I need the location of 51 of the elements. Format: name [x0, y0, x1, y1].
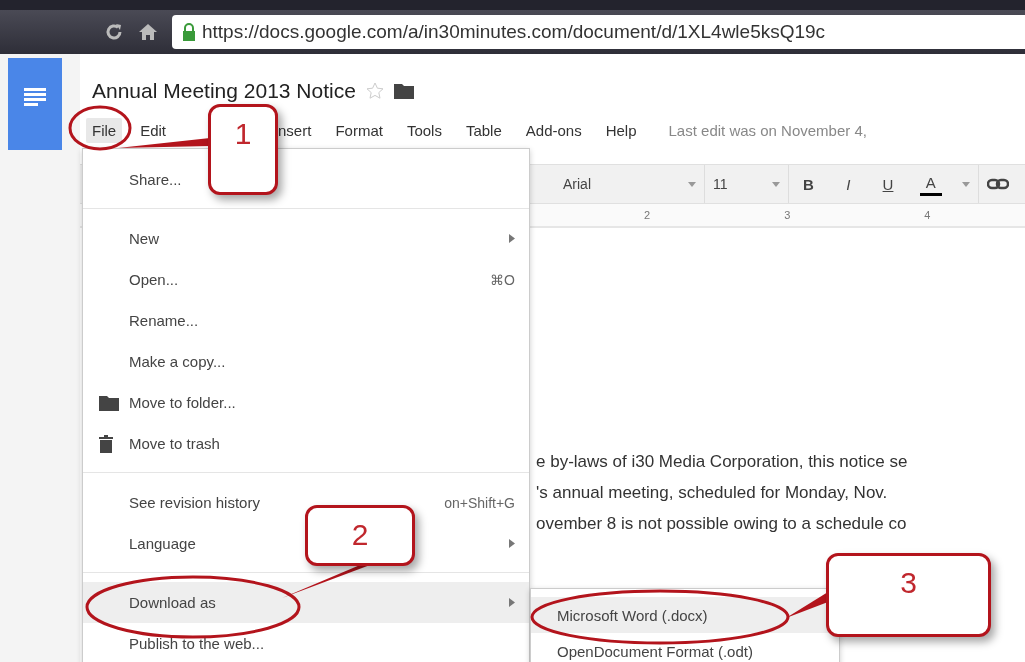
menu-item[interactable]: Table: [459, 117, 508, 143]
document-title[interactable]: Annual Meeting 2013 Notice: [92, 79, 356, 103]
shortcut-text: on+Shift+G: [444, 494, 515, 511]
menu-item[interactable]: Tools: [400, 117, 448, 143]
caret-icon: [688, 181, 696, 187]
menu-option[interactable]: Open...: [129, 271, 179, 288]
menu-option[interactable]: Make a copy...: [129, 353, 226, 370]
shortcut-text: ⌘O: [490, 271, 515, 288]
format-button[interactable]: U: [876, 173, 900, 195]
body-text: e by-laws of i30 Media Corporation, this notice se: [536, 451, 909, 473]
menu-item[interactable]: Help: [599, 117, 643, 143]
folder-icon: [393, 83, 414, 99]
document-lines-icon: [24, 88, 46, 106]
callout-tooltip: 3: [826, 553, 991, 637]
menu-option[interactable]: New: [129, 230, 159, 247]
menu-option[interactable]: Download as: [129, 594, 216, 611]
menu-item[interactable]: Format: [329, 117, 389, 143]
format-button[interactable]: I: [840, 173, 857, 195]
menu-option[interactable]: Language: [129, 535, 196, 552]
star-icon[interactable]: [365, 82, 384, 100]
menu-option[interactable]: Move to trash: [129, 435, 220, 452]
address-bar[interactable]: https://docs.google.com/a/in30minutes.com/document/d/1XL4wle5ksQ19c: [172, 15, 1025, 49]
last-edit-text[interactable]: Last edit was on November 4,: [668, 121, 867, 139]
body-text: ovember 8 is not possible owing to a schedule co: [536, 513, 908, 535]
folder-icon: [99, 394, 119, 411]
font-size-dropdown[interactable]: 11: [705, 165, 789, 203]
trash-icon: [99, 434, 113, 453]
callout-tooltip: 1: [208, 104, 278, 195]
callout-tooltip: 2: [305, 505, 415, 566]
body-text: 's annual meeting, scheduled for Monday, Nov.: [536, 482, 889, 504]
caret-icon: [962, 181, 970, 187]
highlight-ellipse: [68, 105, 132, 151]
link-icon[interactable]: [987, 178, 1009, 190]
menu-option[interactable]: Rename...: [129, 312, 199, 329]
caret-icon: [772, 181, 780, 187]
font-dropdown[interactable]: Arial: [555, 165, 705, 203]
format-button[interactable]: A: [919, 172, 942, 196]
docs-logo[interactable]: [8, 58, 62, 150]
menu-option[interactable]: Move to folder...: [129, 394, 236, 411]
leader-line: [786, 592, 828, 618]
format-button[interactable]: B: [797, 173, 820, 195]
menu-option[interactable]: See revision history: [129, 494, 260, 511]
menu-option[interactable]: Publish to the web...: [129, 635, 265, 652]
highlighted-menu-row[interactable]: Download as: [83, 582, 529, 623]
home-icon[interactable]: [138, 22, 158, 42]
menu-option[interactable]: Share...: [129, 171, 182, 188]
lock-icon: [182, 23, 196, 41]
menu-item[interactable]: Add-ons: [519, 117, 588, 143]
reload-icon[interactable]: [104, 22, 124, 42]
menu-item[interactable]: Edit: [134, 117, 173, 143]
menu-item[interactable]: File: [86, 117, 123, 143]
